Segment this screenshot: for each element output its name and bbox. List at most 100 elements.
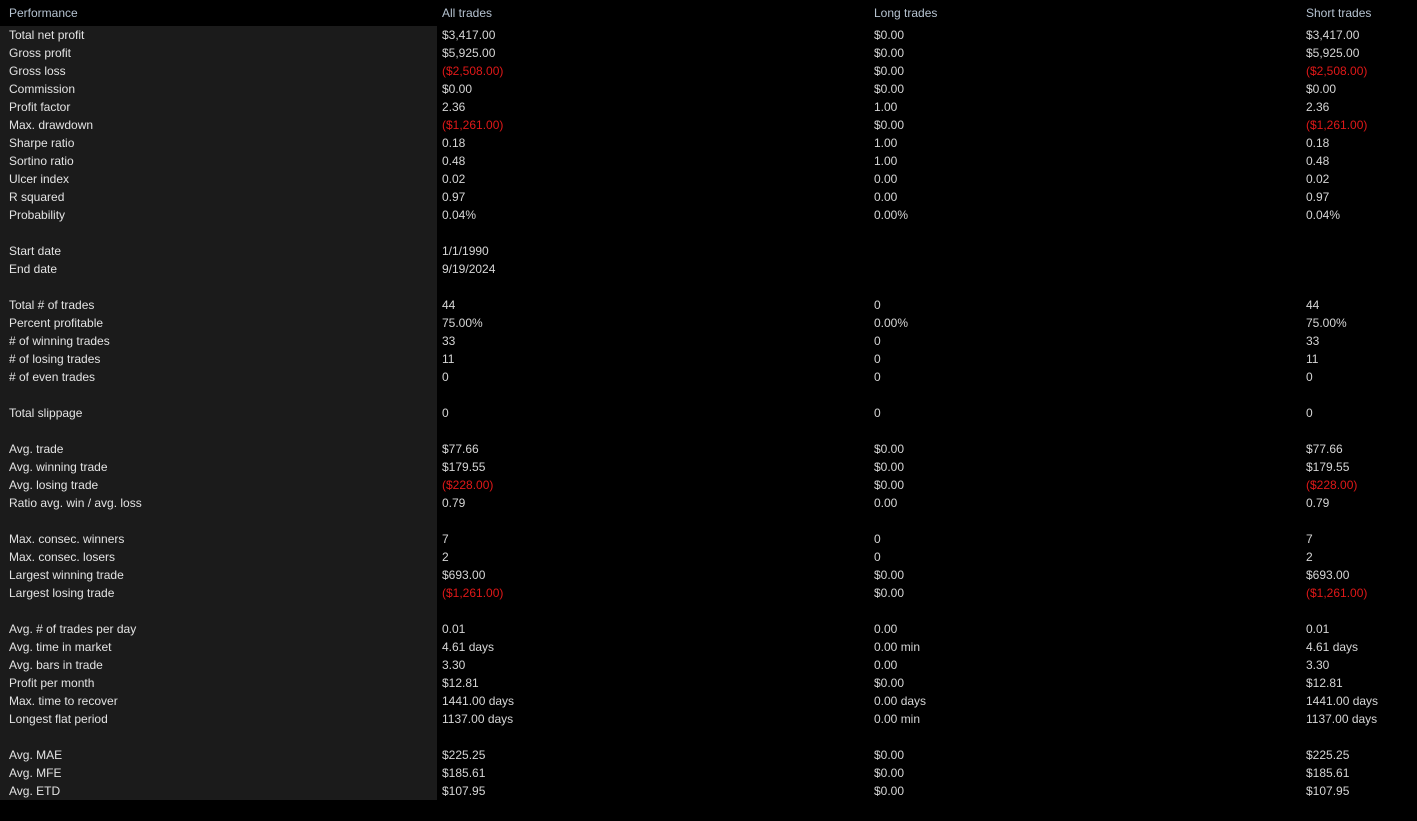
- metric-label: Avg. trade: [9, 442, 64, 456]
- metric-value-short-trades: 0: [1306, 370, 1313, 384]
- metric-value-long-trades: 0: [874, 352, 881, 366]
- metric-label: Probability: [9, 208, 66, 222]
- metric-value-long-trades: 0: [874, 406, 881, 420]
- table-row[interactable]: Commission $0.00 $0.00 $0.00: [0, 80, 1417, 98]
- table-row[interactable]: R squared 0.97 0.00 0.97: [0, 188, 1417, 206]
- metric-label: Start date: [9, 244, 62, 258]
- table-row[interactable]: Gross profit $5,925.00 $0.00 $5,925.00: [0, 44, 1417, 62]
- metric-value-long-trades: 0: [874, 532, 881, 546]
- metric-label: R squared: [9, 190, 65, 204]
- table-row[interactable]: Percent profitable 75.00% 0.00% 75.00%: [0, 314, 1417, 332]
- table-row[interactable]: Ulcer index 0.02 0.00 0.02: [0, 170, 1417, 188]
- metric-value-all-trades: 0.18: [442, 136, 466, 150]
- metric-value-short-trades: 0.02: [1306, 172, 1330, 186]
- table-row[interactable]: Profit factor 2.36 1.00 2.36: [0, 98, 1417, 116]
- table-row[interactable]: End date 9/19/2024: [0, 260, 1417, 278]
- table-row[interactable]: Longest flat period 1137.00 days 0.00 min 1…: [0, 710, 1417, 728]
- metric-label: Max. consec. losers: [9, 550, 116, 564]
- metric-value-long-trades: 0.00%: [874, 316, 909, 330]
- metric-label: # of losing trades: [9, 352, 101, 366]
- metric-value-short-trades: $3,417.00: [1306, 28, 1360, 42]
- metric-label: # of winning trades: [9, 334, 110, 348]
- metric-label: Max. drawdown: [9, 118, 94, 132]
- metric-value-short-trades: 0.79: [1306, 496, 1330, 510]
- table-row[interactable]: Start date 1/1/1990: [0, 242, 1417, 260]
- metric-value-short-trades: 0: [1306, 406, 1313, 420]
- metric-value-all-trades: 0.02: [442, 172, 466, 186]
- metric-value-long-trades: 1.00: [874, 154, 898, 168]
- table-row[interactable]: Max. drawdown ($1,261.00) $0.00 ($1,261.00): [0, 116, 1417, 134]
- metric-value-short-trades: 0.48: [1306, 154, 1330, 168]
- metric-value-long-trades: 0.00: [874, 622, 898, 636]
- table-row[interactable]: Avg. # of trades per day 0.01 0.00 0.01: [0, 620, 1417, 638]
- metric-value-long-trades: 0: [874, 550, 881, 564]
- table-row[interactable]: Total # of trades 44 0 44: [0, 296, 1417, 314]
- metric-label: Largest winning trade: [9, 568, 124, 582]
- metric-value-all-trades: $5,925.00: [442, 46, 496, 60]
- column-header-short-trades: Short trades: [1306, 6, 1372, 20]
- metric-value-short-trades: ($2,508.00): [1306, 64, 1368, 78]
- table-row[interactable]: Avg. winning trade $179.55 $0.00 $179.55: [0, 458, 1417, 476]
- metric-value-short-trades: ($1,261.00): [1306, 118, 1368, 132]
- metric-value-long-trades: 0.00 min: [874, 640, 921, 654]
- table-row[interactable]: Largest losing trade ($1,261.00) $0.00 ($1,…: [0, 584, 1417, 602]
- metric-label: Avg. ETD: [9, 784, 61, 798]
- metric-value-all-trades: ($1,261.00): [442, 118, 504, 132]
- metric-value-short-trades: ($228.00): [1306, 478, 1358, 492]
- table-row[interactable]: Avg. bars in trade 3.30 0.00 3.30: [0, 656, 1417, 674]
- metric-value-long-trades: 0.00%: [874, 208, 909, 222]
- metric-value-short-trades: 33: [1306, 334, 1320, 348]
- metric-label: Largest losing trade: [9, 586, 115, 600]
- table-row[interactable]: Total slippage 0 0 0: [0, 404, 1417, 422]
- metric-value-all-trades: 0.48: [442, 154, 466, 168]
- table-row[interactable]: Avg. MFE $185.61 $0.00 $185.61: [0, 764, 1417, 782]
- table-row[interactable]: Total net profit $3,417.00 $0.00 $3,417.00: [0, 26, 1417, 44]
- table-row[interactable]: Avg. losing trade ($228.00) $0.00 ($228.00): [0, 476, 1417, 494]
- metric-value-short-trades: 2.36: [1306, 100, 1330, 114]
- metric-value-short-trades: 11: [1306, 352, 1319, 366]
- table-row[interactable]: Max. time to recover 1441.00 days 0.00 day…: [0, 692, 1417, 710]
- metric-value-short-trades: $693.00: [1306, 568, 1350, 582]
- table-row[interactable]: Sharpe ratio 0.18 1.00 0.18: [0, 134, 1417, 152]
- column-header-performance: Performance: [9, 6, 78, 20]
- metric-value-all-trades: $107.95: [442, 784, 486, 798]
- table-row[interactable]: Sortino ratio 0.48 1.00 0.48: [0, 152, 1417, 170]
- table-row[interactable]: Avg. ETD $107.95 $0.00 $107.95: [0, 782, 1417, 800]
- metric-value-short-trades: 0.97: [1306, 190, 1330, 204]
- table-row[interactable]: Gross loss ($2,508.00) $0.00 ($2,508.00): [0, 62, 1417, 80]
- metric-value-long-trades: 0.00: [874, 190, 898, 204]
- metric-label: Avg. MAE: [9, 748, 63, 762]
- metric-value-all-trades: ($1,261.00): [442, 586, 504, 600]
- metric-value-long-trades: $0.00: [874, 46, 905, 60]
- table-row[interactable]: Avg. trade $77.66 $0.00 $77.66: [0, 440, 1417, 458]
- performance-table: Performance All trades Long trades Short…: [0, 0, 1417, 800]
- table-row[interactable]: Max. consec. losers 2 0 2: [0, 548, 1417, 566]
- table-row[interactable]: # of losing trades 11 0 11: [0, 350, 1417, 368]
- metric-label: Avg. # of trades per day: [9, 622, 137, 636]
- metric-value-short-trades: ($1,261.00): [1306, 586, 1368, 600]
- table-row[interactable]: Avg. MAE $225.25 $0.00 $225.25: [0, 746, 1417, 764]
- metric-value-long-trades: $0.00: [874, 118, 905, 132]
- metric-value-all-trades: 0: [442, 406, 449, 420]
- metric-value-short-trades: 7: [1306, 532, 1313, 546]
- table-row[interactable]: Avg. time in market 4.61 days 0.00 min 4.61…: [0, 638, 1417, 656]
- table-row[interactable]: Ratio avg. win / avg. loss 0.79 0.00 0.79: [0, 494, 1417, 512]
- metric-value-all-trades: $179.55: [442, 460, 486, 474]
- metric-label: Total slippage: [9, 406, 83, 420]
- metric-value-all-trades: 1441.00 days: [442, 694, 515, 708]
- metric-value-all-trades: 0: [442, 370, 449, 384]
- metric-value-short-trades: $185.61: [1306, 766, 1350, 780]
- table-row[interactable]: Probability 0.04% 0.00% 0.04%: [0, 206, 1417, 224]
- table-row[interactable]: # of even trades 0 0 0: [0, 368, 1417, 386]
- table-row[interactable]: Max. consec. winners 7 0 7: [0, 530, 1417, 548]
- metric-value-long-trades: $0.00: [874, 28, 905, 42]
- metric-value-long-trades: 1.00: [874, 136, 898, 150]
- table-row[interactable]: # of winning trades 33 0 33: [0, 332, 1417, 350]
- metric-value-all-trades: 1137.00 days: [442, 712, 514, 726]
- metric-value-all-trades: $77.66: [442, 442, 479, 456]
- table-row[interactable]: Profit per month $12.81 $0.00 $12.81: [0, 674, 1417, 692]
- table-row[interactable]: Largest winning trade $693.00 $0.00 $693.00: [0, 566, 1417, 584]
